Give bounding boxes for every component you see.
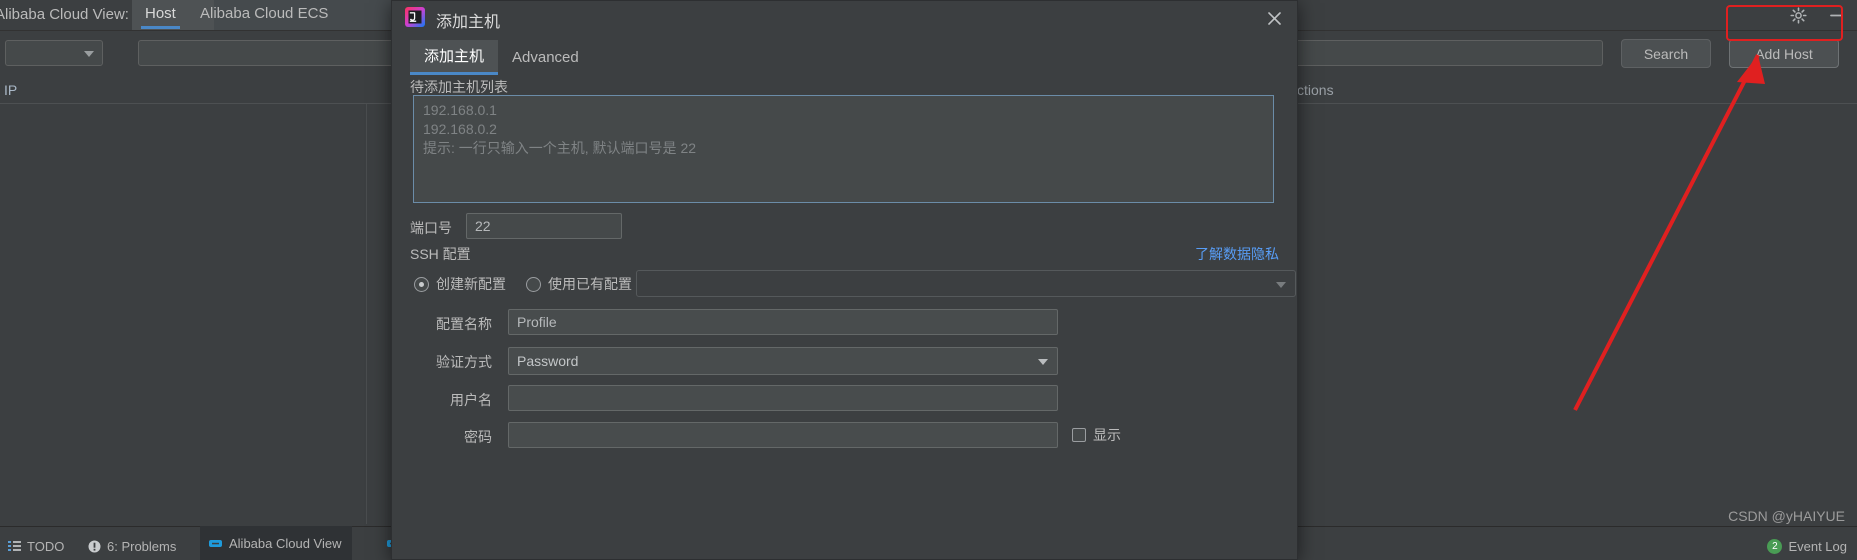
dialog-title: 添加主机 (436, 14, 501, 31)
host-list-label: 待添加主机列表 (410, 79, 508, 95)
tab-advanced[interactable]: Advanced (498, 44, 593, 72)
status-alibaba-cloud-view[interactable]: Alibaba Cloud View (200, 526, 352, 560)
chevron-down-icon (1276, 282, 1286, 288)
tab-add-host[interactable]: 添加主机 (410, 40, 499, 75)
todo-icon (8, 541, 21, 551)
table-column-divider (0, 104, 367, 524)
tab-host[interactable]: Host (141, 5, 180, 29)
show-password-checkbox[interactable]: 显示 (1072, 425, 1121, 445)
dialog-tabs: 添加主机 Advanced (410, 40, 593, 75)
column-header-ip: IP (4, 82, 18, 98)
radio-indicator-checked (414, 276, 429, 292)
tab-alibaba-cloud-ecs[interactable]: Alibaba Cloud ECS (196, 5, 332, 22)
auth-type-row: 验证方式 Password (414, 347, 1274, 375)
profile-name-label: 配置名称 (436, 316, 492, 332)
password-input[interactable] (508, 422, 1058, 448)
port-input[interactable]: 22 (466, 213, 622, 239)
radio-create-new-profile[interactable]: 创建新配置 (414, 274, 506, 294)
radio-create-new-profile-label: 创建新配置 (436, 276, 506, 292)
auth-type-label: 验证方式 (436, 354, 492, 370)
radio-use-existing-profile-label: 使用已有配置 (548, 276, 632, 292)
status-event-log-label: Event Log (1788, 539, 1847, 554)
profile-name-input[interactable]: Profile (508, 309, 1058, 335)
search-button[interactable]: Search (1621, 39, 1711, 68)
auth-type-value: Password (517, 353, 579, 369)
warning-icon (88, 540, 101, 553)
toolwindow-title: Alibaba Cloud View: (0, 6, 129, 23)
alibaba-cloud-icon (209, 539, 222, 547)
close-icon[interactable] (1263, 7, 1285, 29)
dialog-body: 待添加主机列表 192.168.0.1 192.168.0.2 提示: 一行只输… (392, 77, 1297, 559)
password-label: 密码 (464, 429, 492, 445)
username-label: 用户名 (450, 392, 492, 408)
status-event-log[interactable]: 2 Event Log (1767, 539, 1847, 554)
add-host-dialog: 添加主机 添加主机 Advanced 待添加主机列表 192.168.0.1 1… (391, 0, 1298, 560)
radio-use-existing-profile[interactable]: 使用已有配置 (526, 274, 632, 294)
column-header-actions: ctions (1297, 82, 1334, 98)
existing-profile-select[interactable] (636, 270, 1296, 297)
status-problems-label: 6: Problems (107, 539, 177, 554)
filter-type-select[interactable] (5, 40, 103, 66)
password-row: 密码 显示 (414, 422, 1274, 448)
add-host-button[interactable]: Add Host (1729, 39, 1839, 68)
status-acv-label: Alibaba Cloud View (229, 535, 342, 551)
port-label: 端口号 (410, 220, 452, 236)
username-input[interactable] (508, 385, 1058, 411)
host-list-textarea[interactable]: 192.168.0.1 192.168.0.2 提示: 一行只输入一个主机, 默… (413, 95, 1274, 203)
status-todo[interactable]: TODO (8, 539, 64, 554)
event-log-count-badge: 2 (1767, 539, 1783, 554)
show-password-label: 显示 (1093, 427, 1121, 443)
host-list-placeholder-line-1: 192.168.0.1 (423, 102, 497, 118)
status-todo-label: TODO (27, 539, 65, 554)
status-problems[interactable]: 6: Problems (88, 539, 176, 554)
watermark: CSDN @yHAIYUE (1728, 508, 1845, 524)
username-row: 用户名 (414, 385, 1274, 411)
chevron-down-icon (1038, 359, 1048, 365)
auth-type-select[interactable]: Password (508, 347, 1058, 375)
host-list-placeholder-line-3: 提示: 一行只输入一个主机, 默认端口号是 22 (423, 140, 697, 156)
profile-name-row: 配置名称 Profile (414, 309, 1274, 335)
intellij-idea-icon (405, 7, 425, 27)
data-privacy-link[interactable]: 了解数据隐私 (1195, 244, 1279, 264)
ssh-config-label: SSH 配置 (410, 246, 471, 262)
add-host-annotation-box (1726, 5, 1843, 41)
radio-indicator-unchecked (526, 276, 541, 292)
host-list-placeholder-line-2: 192.168.0.2 (423, 121, 497, 137)
ssh-profile-mode-row: 创建新配置 使用已有配置 (414, 269, 1296, 299)
checkbox-indicator (1072, 428, 1086, 442)
dialog-titlebar: 添加主机 (392, 1, 1297, 34)
chevron-down-icon (84, 51, 94, 57)
